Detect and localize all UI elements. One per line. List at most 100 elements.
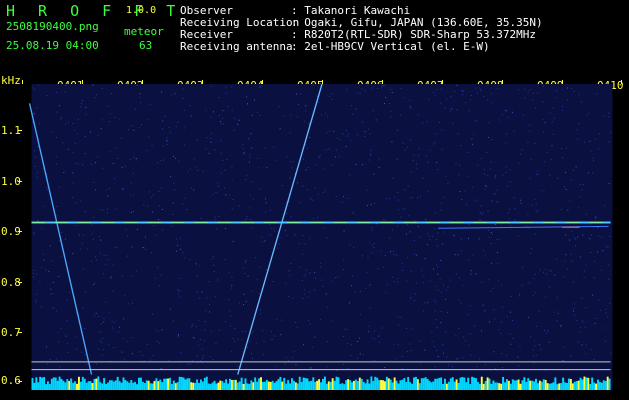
signal-level-column [283, 377, 286, 390]
noise-dot [34, 150, 35, 152]
noise-dot [179, 296, 181, 298]
noise-dot [102, 167, 104, 169]
noise-dot [409, 99, 411, 101]
noise-dot [397, 344, 399, 346]
noise-dot [72, 152, 74, 154]
noise-dot [208, 311, 210, 313]
noise-dot [424, 349, 426, 351]
noise-dot [161, 209, 163, 210]
noise-dot [220, 120, 222, 122]
signal-level-column [207, 383, 210, 390]
noise-dot [160, 274, 162, 276]
noise-dot [131, 337, 133, 339]
noise-dot [112, 327, 114, 329]
noise-dot [413, 240, 415, 242]
noise-dot [324, 189, 326, 191]
noise-dot [303, 293, 305, 295]
noise-dot [350, 139, 352, 141]
signal-level-column [261, 381, 264, 390]
noise-dot [92, 238, 94, 240]
noise-dot [152, 354, 154, 356]
noise-dot [247, 347, 249, 349]
noise-dot [105, 263, 107, 265]
noise-dot [159, 205, 161, 207]
signal-level-column [323, 376, 326, 390]
noise-dot [498, 119, 500, 121]
noise-dot [108, 343, 110, 345]
noise-dot [261, 236, 263, 238]
signal-level-column [473, 377, 475, 390]
signal-level-column [132, 382, 135, 390]
signal-level-column [236, 382, 239, 390]
noise-dot [414, 220, 416, 222]
noise-dot [217, 185, 219, 187]
noise-dot [95, 162, 97, 164]
noise-dot [212, 256, 214, 258]
noise-dot [365, 287, 367, 289]
noise-dot [581, 297, 583, 299]
noise-dot [84, 136, 86, 137]
noise-dot [548, 341, 550, 343]
noise-dot [497, 201, 499, 203]
noise-dot [570, 355, 572, 357]
signal-level-column [500, 383, 503, 390]
noise-dot [597, 235, 599, 237]
noise-dot [595, 317, 597, 319]
noise-dot [224, 321, 226, 323]
noise-dot [533, 277, 535, 279]
signal-level-column [538, 380, 541, 390]
signal-level-column [250, 380, 253, 390]
noise-dot [437, 169, 439, 170]
signal-level-column [238, 381, 241, 390]
noise-dot [31, 87, 33, 89]
noise-dot [34, 156, 36, 158]
noise-dot [215, 342, 217, 344]
signal-level-column [178, 376, 181, 390]
noise-dot [565, 234, 567, 236]
noise-dot [211, 258, 213, 260]
signal-level-column [548, 383, 551, 390]
noise-dot [366, 204, 368, 206]
noise-dot [101, 323, 102, 325]
noise-dot [570, 253, 572, 255]
noise-dot [520, 202, 522, 204]
noise-dot [225, 194, 227, 196]
noise-dot [284, 230, 286, 231]
noise-dot [391, 91, 393, 93]
noise-dot [572, 169, 574, 171]
noise-dot [242, 144, 244, 146]
signal-level-column [515, 380, 518, 390]
signal-level-column [424, 377, 427, 390]
noise-dot [560, 209, 562, 211]
noise-dot [152, 313, 154, 315]
noise-dot [518, 89, 520, 91]
noise-dot [446, 98, 448, 100]
noise-dot [113, 347, 115, 348]
signal-level-column [364, 383, 367, 390]
noise-dot [317, 216, 319, 218]
noise-dot [385, 292, 387, 294]
noise-dot [589, 223, 591, 225]
noise-dot [582, 234, 584, 236]
noise-dot [517, 235, 519, 237]
noise-dot [545, 269, 547, 271]
noise-dot [191, 326, 193, 328]
signal-level-column [35, 377, 38, 390]
noise-dot [493, 350, 495, 352]
noise-dot [452, 234, 454, 236]
signal-level-column [124, 380, 127, 390]
noise-dot [250, 133, 252, 135]
noise-dot [67, 148, 69, 150]
noise-dot [259, 86, 261, 88]
signal-level-column [93, 379, 96, 390]
noise-dot [486, 185, 488, 187]
noise-dot [382, 85, 384, 87]
signal-level-column [54, 377, 57, 390]
noise-dot [251, 181, 253, 183]
noise-dot [377, 87, 379, 89]
noise-dot [401, 270, 403, 271]
noise-dot [566, 87, 568, 89]
noise-dot [111, 93, 113, 94]
noise-dot [479, 212, 481, 214]
noise-dot [101, 342, 103, 344]
